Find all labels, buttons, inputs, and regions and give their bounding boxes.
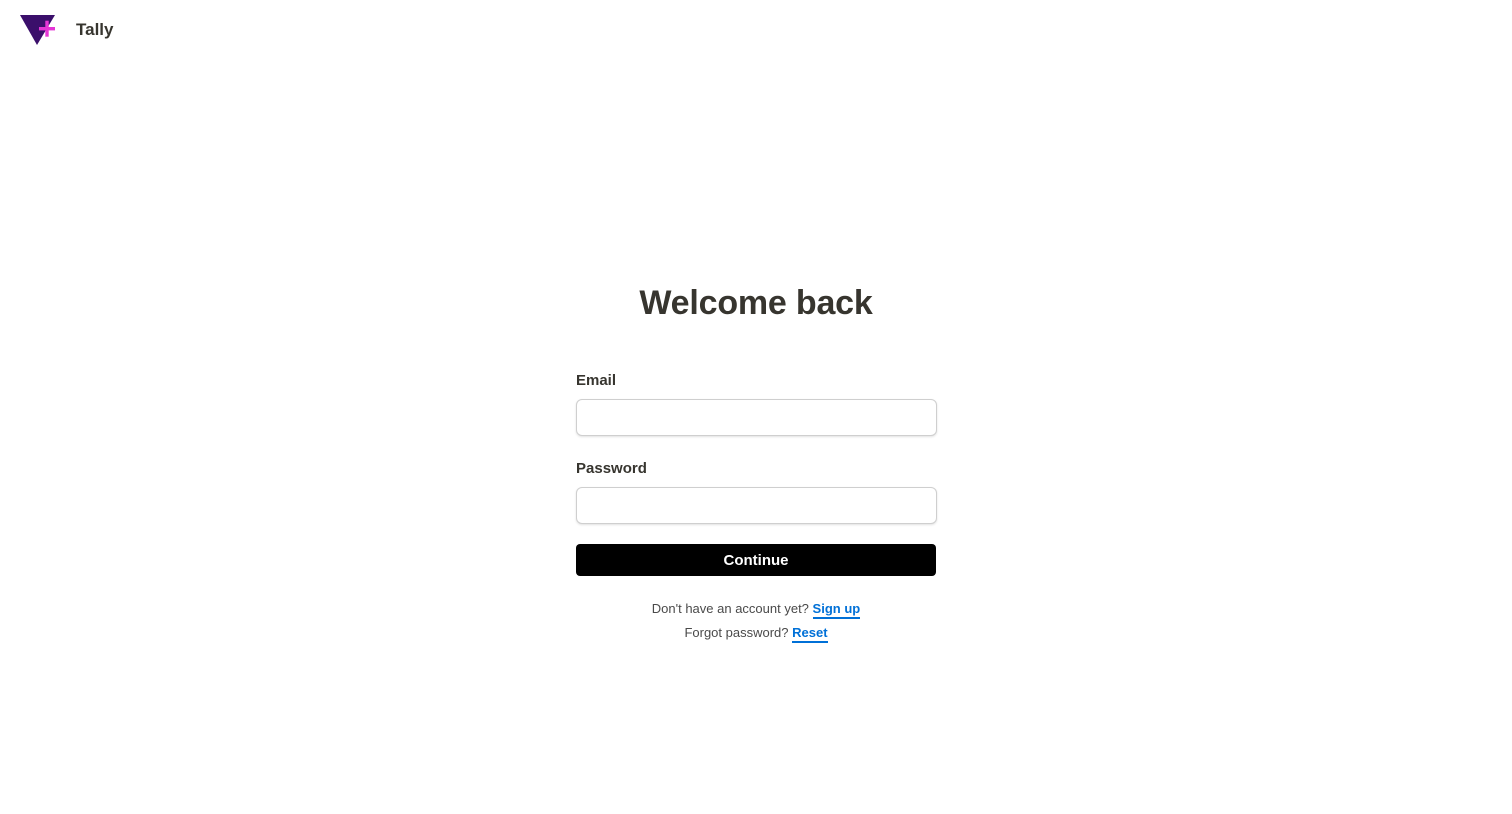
- continue-button[interactable]: Continue: [576, 544, 936, 576]
- forgot-password-line: Forgot password? Reset: [576, 625, 936, 643]
- forgot-prompt-text: Forgot password?: [684, 625, 789, 640]
- reset-link[interactable]: Reset: [792, 625, 828, 643]
- tally-logo-icon[interactable]: [20, 14, 56, 46]
- password-field[interactable]: [575, 487, 937, 524]
- header: Tally: [20, 14, 113, 46]
- password-label: Password: [576, 460, 647, 477]
- signup-prompt-line: Don't have an account yet? Sign up: [576, 601, 936, 619]
- page-title: Welcome back: [639, 284, 873, 322]
- signup-link[interactable]: Sign up: [812, 601, 861, 619]
- email-field[interactable]: [575, 399, 937, 436]
- brand-name[interactable]: Tally: [76, 20, 113, 40]
- login-form: Welcome back Email Password Continue Don…: [575, 282, 937, 643]
- signup-prompt-text: Don't have an account yet?: [651, 601, 809, 616]
- email-label: Email: [576, 372, 617, 389]
